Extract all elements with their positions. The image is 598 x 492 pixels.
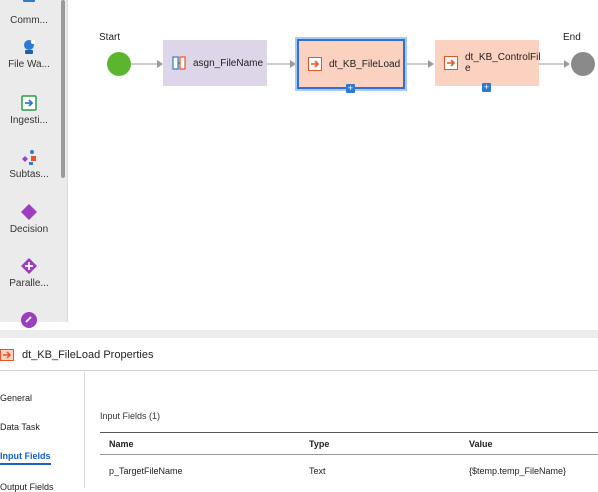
column-header-name[interactable]: Name [109,439,134,449]
palette-item-parallel-paths[interactable]: Paralle... [0,257,58,289]
table-top-border [100,432,598,433]
flow-step-dt-kb-fileload[interactable]: dt_KB_FileLoad [297,39,405,89]
assignment-icon [172,56,186,70]
properties-tabs: General Data Task Input Fields Output Fi… [0,372,85,492]
column-header-type[interactable]: Type [309,439,329,449]
flow-step-label: asgn_FileName [193,57,264,69]
palette-item-label: File Wa... [8,59,50,70]
palette-item-partial[interactable] [0,311,58,332]
data-task-icon [308,57,322,71]
palette-item-label: Paralle... [9,278,49,289]
palette-item-ingestion[interactable]: Ingesti... [0,94,58,126]
tab-input-fields[interactable]: Input Fields [0,451,51,465]
start-node[interactable] [107,52,131,76]
jump-icon [21,312,37,328]
cell-value[interactable]: {$temp.temp_FileName} [469,466,566,476]
flow-step-asgn-filename[interactable]: asgn_FileName [163,40,267,86]
palette-scrollbar[interactable] [61,0,65,178]
palette-item-label: Subtas... [9,169,49,180]
data-task-icon [0,349,14,361]
file-watch-icon [24,40,35,54]
start-label: Start [99,32,121,43]
flow-step-dt-kb-controlfile[interactable]: dt_KB_ControlFil e [435,40,541,86]
end-label: End [563,32,581,43]
decision-icon [21,204,37,220]
tab-general[interactable]: General [0,393,32,403]
cell-name: p_TargetFileName [109,466,183,476]
tab-data-task[interactable]: Data Task [0,422,40,432]
palette-item-command[interactable]: Comm... [0,0,58,26]
section-title: Input Fields (1) [100,411,161,421]
add-step-button[interactable]: + [482,83,491,92]
cell-type: Text [309,466,326,476]
subtask-icon [22,150,36,165]
tab-output-fields[interactable]: Output Fields [0,482,54,492]
data-task-icon [444,56,458,70]
palette-item-label: Decision [9,224,49,235]
panel-splitter[interactable] [0,330,598,338]
palette-item-decision[interactable]: Decision [0,203,58,235]
add-step-button[interactable]: + [346,84,355,93]
command-icon [23,0,35,2]
properties-title: dt_KB_FileLoad Properties [22,349,154,361]
properties-header: dt_KB_FileLoad Properties [0,340,598,371]
step-palette: Comm... File Wa... Ingesti... Subtas... … [0,0,68,328]
table-header-divider [100,454,598,455]
flow-step-label: dt_KB_ControlFil e [465,52,541,74]
taskflow-canvas[interactable]: Start End asgn_FileName dt_KB_FileLoad +… [68,0,598,322]
palette-item-label: Comm... [10,15,48,26]
end-node[interactable] [571,52,595,76]
ingestion-icon [21,95,37,111]
palette-item-label: Ingesti... [10,115,48,126]
palette-item-file-watch[interactable]: File Wa... [0,38,58,70]
column-header-value[interactable]: Value [469,439,493,449]
palette-item-subtask[interactable]: Subtas... [0,148,58,180]
flow-step-label: dt_KB_FileLoad [329,58,401,70]
parallel-paths-icon [21,258,37,274]
